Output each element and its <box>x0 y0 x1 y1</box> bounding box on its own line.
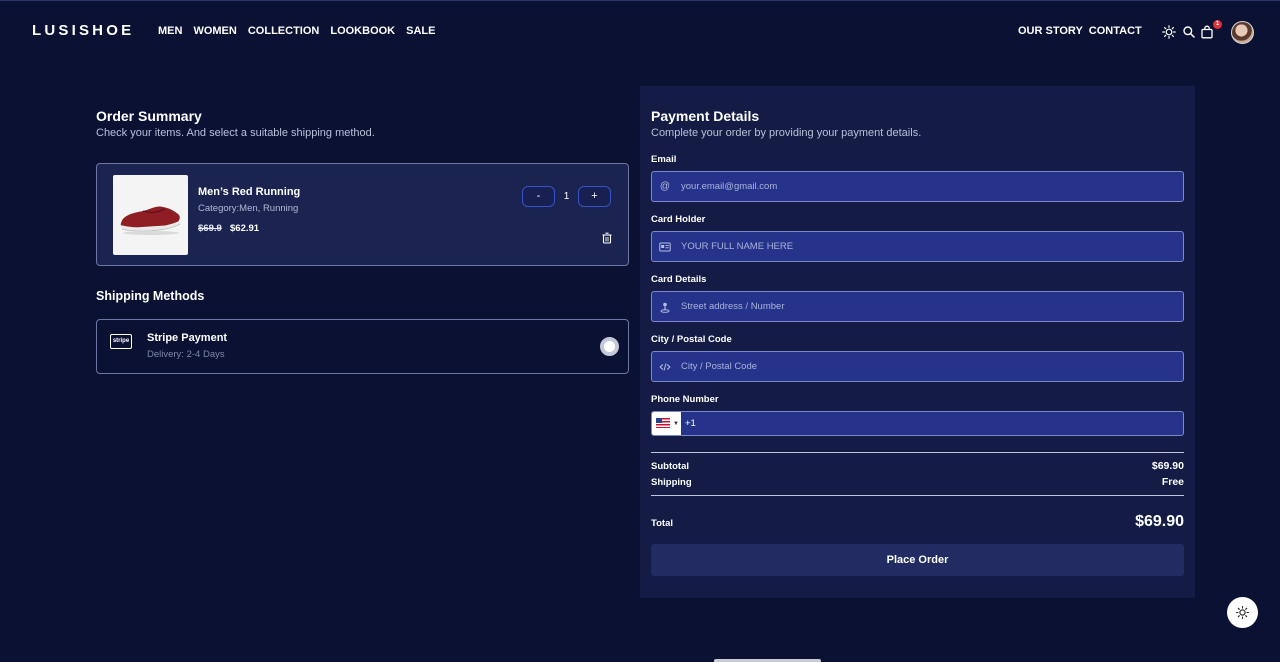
sun-icon <box>1235 605 1250 620</box>
shipping-option-stripe[interactable]: stripe Stripe Payment Delivery: 2-4 Days <box>96 319 629 374</box>
nav-contact[interactable]: CONTACT <box>1089 25 1142 37</box>
place-order-button[interactable]: Place Order <box>651 544 1184 576</box>
card-details-wrapper <box>651 291 1184 322</box>
subtotal-value: $69.90 <box>1151 460 1184 472</box>
cart-count-badge: 1 <box>1213 20 1222 29</box>
nav-our-story[interactable]: OUR STORY <box>1018 25 1083 37</box>
product-name[interactable]: Men’s Red Running <box>198 186 300 198</box>
theme-toggle-button[interactable] <box>1227 597 1258 628</box>
cart-item-card: Men’s Red Running Category:Men, Running … <box>96 163 629 266</box>
sun-icon[interactable] <box>1162 25 1176 39</box>
decrease-quantity-button[interactable]: - <box>522 186 555 207</box>
summary-divider-top <box>651 452 1184 453</box>
at-icon: @ <box>659 181 671 192</box>
stripe-icon: stripe <box>110 334 132 349</box>
avatar[interactable] <box>1231 21 1254 44</box>
card-holder-wrapper <box>651 231 1184 262</box>
delivery-time: Delivery: 2-4 Days <box>147 349 225 360</box>
city-postal-label: City / Postal Code <box>651 334 732 345</box>
shipping-value: Free <box>1161 476 1184 488</box>
phone-number-field[interactable] <box>685 412 1180 435</box>
bag-icon[interactable] <box>1200 25 1214 39</box>
nav-women[interactable]: WOMEN <box>193 25 236 37</box>
shipping-method-name: Stripe Payment <box>147 332 228 344</box>
brand-logo[interactable]: LUSISHOE <box>32 22 134 39</box>
red-running-shoe-image <box>120 206 181 235</box>
order-summary-subtitle: Check your items. And select a suitable … <box>96 127 375 139</box>
card-holder-field[interactable] <box>681 232 1176 261</box>
secondary-nav: OUR STORY CONTACT <box>1018 25 1142 37</box>
order-summary-title: Order Summary <box>96 108 202 124</box>
product-category: Category:Men, Running <box>198 203 299 214</box>
quantity-value: 1 <box>563 191 570 202</box>
total-value: $69.90 <box>1135 513 1184 530</box>
subtotal-label: Subtotal <box>651 461 689 472</box>
total-label: Total <box>651 518 673 529</box>
id-card-icon <box>659 242 671 252</box>
nav-lookbook[interactable]: LOOKBOOK <box>330 25 395 37</box>
country-code-select[interactable]: ▼ <box>652 412 681 435</box>
payment-title: Payment Details <box>651 108 760 124</box>
phone-number-label: Phone Number <box>651 394 719 405</box>
email-field-wrapper: @ <box>651 171 1184 202</box>
email-label: Email <box>651 154 677 165</box>
card-details-label: Card Details <box>651 274 707 285</box>
summary-divider-bottom <box>651 495 1184 496</box>
trash-icon[interactable] <box>601 232 613 244</box>
search-icon[interactable] <box>1182 25 1196 39</box>
payment-panel: Payment Details Complete your order by p… <box>640 86 1195 598</box>
main-nav: MEN WOMEN COLLECTION LOOKBOOK SALE <box>158 25 435 37</box>
code-icon <box>659 363 671 371</box>
payment-subtitle: Complete your order by providing your pa… <box>651 127 922 139</box>
city-postal-wrapper <box>651 351 1184 382</box>
nav-collection[interactable]: COLLECTION <box>248 25 320 37</box>
location-pin-icon <box>660 302 670 313</box>
nav-men[interactable]: MEN <box>158 25 182 37</box>
card-details-field[interactable] <box>681 292 1176 321</box>
original-price: $69.9 <box>198 223 222 234</box>
increase-quantity-button[interactable]: + <box>578 186 611 207</box>
site-header: LUSISHOE MEN WOMEN COLLECTION LOOKBOOK S… <box>0 0 1280 64</box>
discounted-price: $62.91 <box>230 223 260 234</box>
city-postal-field[interactable] <box>681 352 1176 381</box>
shipping-label: Shipping <box>651 477 692 488</box>
phone-field-wrapper: ▼ <box>651 411 1184 436</box>
caret-down-icon: ▼ <box>673 421 679 427</box>
nav-sale[interactable]: SALE <box>406 25 435 37</box>
us-flag-icon <box>656 418 670 428</box>
shipping-methods-title: Shipping Methods <box>96 289 205 303</box>
product-image[interactable] <box>113 175 188 255</box>
email-field[interactable] <box>681 172 1176 201</box>
shipping-radio[interactable] <box>600 337 619 356</box>
card-holder-label: Card Holder <box>651 214 706 225</box>
